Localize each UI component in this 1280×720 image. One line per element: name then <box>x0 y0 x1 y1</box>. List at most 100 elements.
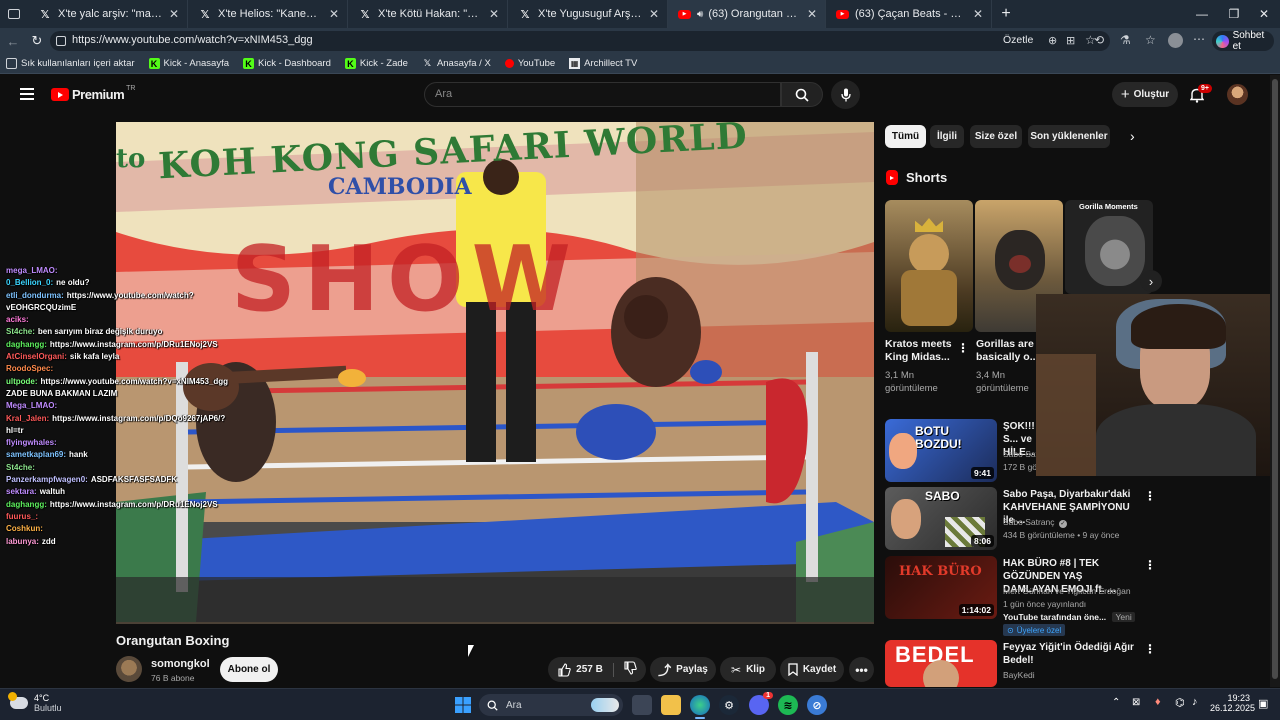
microphone-tray-icon[interactable]: ♦ <box>1155 696 1161 708</box>
speaker-icon[interactable]: 🔊︎ <box>697 9 703 20</box>
recommendation-menu-icon[interactable]: ⋮ <box>1144 642 1156 656</box>
tab-close-icon[interactable]: ✕ <box>489 7 499 21</box>
tray-app-icon[interactable]: ⊠ <box>1132 697 1140 708</box>
app-icon[interactable]: ⊘ <box>807 695 827 715</box>
create-button[interactable]: + Oluştur <box>1112 82 1178 107</box>
bookmark-item[interactable]: ▦ Archillect TV <box>569 58 637 69</box>
tab-close-icon[interactable]: ✕ <box>973 7 983 21</box>
minimize-button[interactable]: — <box>1186 0 1218 28</box>
browser-tab[interactable]: 𝕏 X'te Yugusuguf Arşiv: "donald trun ✕ <box>508 0 668 28</box>
edge-icon[interactable] <box>690 695 710 715</box>
browser-tab[interactable]: 𝕏 X'te Helios: "Kanepede sızıp kalınd ✕ <box>188 0 348 28</box>
recommendation-thumbnail[interactable]: HAK BÜRO 1:14:02 <box>885 556 997 619</box>
bookmark-item[interactable]: K Kick - Anasayfa <box>148 58 229 69</box>
refresh-button[interactable]: ↻ <box>28 32 46 50</box>
country-code: TR <box>126 85 136 92</box>
save-button[interactable]: Kaydet <box>780 657 844 682</box>
wifi-icon[interactable]: ⌬ <box>1175 696 1185 709</box>
chips-next-icon[interactable]: › <box>1130 128 1135 144</box>
close-window-button[interactable]: ✕ <box>1248 0 1280 28</box>
bookmark-item[interactable]: Sık kullanılanları içeri aktar <box>6 58 135 69</box>
bookmark-item[interactable]: K Kick - Zade <box>344 58 408 69</box>
search-input[interactable]: Ara <box>424 82 781 107</box>
site-info-icon[interactable] <box>56 36 66 46</box>
youtube-logo[interactable]: Premium TR <box>51 85 136 102</box>
browser-tab[interactable]: 𝕏 X'te yalc arşiv: "matrix - neden bay ✕ <box>28 0 188 28</box>
notification-badge: 9+ <box>1198 84 1212 93</box>
voice-search-button[interactable] <box>831 80 860 109</box>
filter-chip[interactable]: İlgili <box>930 125 964 148</box>
short-menu-icon[interactable]: ⋮ <box>957 341 969 355</box>
recommendation-channel[interactable]: Sabo Satranç ✓ <box>1003 517 1067 528</box>
summarize-label[interactable]: Özetle <box>1003 34 1033 46</box>
spotify-icon[interactable]: ≋ <box>778 695 798 715</box>
short-thumbnail[interactable] <box>885 200 973 332</box>
url-field[interactable]: https://www.youtube.com/watch?v=xNIM453_… <box>50 31 1110 51</box>
taskbar-search[interactable]: Ara <box>479 694 623 716</box>
volume-icon[interactable]: ♪ <box>1192 696 1198 708</box>
dislike-button[interactable] <box>614 661 637 678</box>
collections-icon[interactable]: ☆ <box>1145 33 1156 47</box>
read-aloud-icon[interactable]: ⊕ <box>1048 34 1057 47</box>
recommendation-channel[interactable]: BayKedi <box>1003 670 1035 681</box>
browser-tab[interactable]: ▶ (63) Çaçan Beats - Lucifer | Official ✕ <box>826 0 992 28</box>
tab-close-icon[interactable]: ✕ <box>649 7 659 21</box>
bookmark-item[interactable]: K Kick - Dashboard <box>243 58 331 69</box>
short-title[interactable]: Kratos meets King Midas... <box>885 338 955 364</box>
page-scrollbar[interactable] <box>1270 75 1280 687</box>
hamburger-menu-icon[interactable] <box>20 88 34 100</box>
filter-chip[interactable]: Tümü <box>885 125 926 148</box>
extensions-icon[interactable]: ⟲ <box>1094 33 1104 47</box>
account-avatar[interactable] <box>1227 84 1248 105</box>
like-button[interactable]: 257 B <box>557 662 614 677</box>
video-player[interactable]: to KOH KONG SAFARI WORLD CAMBODIA SHOW <box>116 122 874 624</box>
bookmark-item[interactable]: YouTube <box>504 58 555 69</box>
task-view-icon[interactable] <box>632 695 652 715</box>
recommendation-menu-icon[interactable]: ⋮ <box>1144 558 1156 572</box>
clip-button[interactable]: ✂ Klip <box>720 657 776 682</box>
recommendation-thumbnail[interactable]: SABO 8:06 <box>885 487 997 550</box>
new-tab-button[interactable]: + <box>992 0 1020 28</box>
tab-title: X'te Helios: "Kanepede sızıp kalınd <box>218 8 323 20</box>
scrollbar-thumb[interactable] <box>1272 79 1278 679</box>
profile-avatar[interactable] <box>1168 33 1183 48</box>
weather-widget[interactable]: 4°C Bulutlu <box>8 692 62 713</box>
recommendation-thumbnail[interactable]: BEDEL <box>885 640 997 687</box>
clock[interactable]: 19:23 26.12.2025 <box>1210 693 1255 713</box>
filter-chip[interactable]: Son yüklenenler <box>1028 125 1110 148</box>
recommendation-channel[interactable]: Mert Günhan ve Yiğitcan Erdoğan <box>1003 586 1131 597</box>
discord-icon[interactable]: 1 <box>749 692 773 715</box>
start-button[interactable] <box>453 695 473 715</box>
steam-icon[interactable]: ⚙ <box>719 695 739 715</box>
back-button[interactable]: ← <box>4 32 22 50</box>
search-button[interactable] <box>781 82 823 107</box>
more-actions-button[interactable]: ••• <box>849 657 874 682</box>
maximize-button[interactable]: ❐ <box>1218 0 1250 28</box>
filter-chip[interactable]: Size özel <box>970 125 1022 148</box>
copilot-chat-button[interactable]: Sohbet et <box>1212 30 1274 52</box>
tab-close-icon[interactable]: ✕ <box>807 7 817 21</box>
short-views: 3,1 Mn görüntüleme <box>885 370 938 394</box>
share-button[interactable]: ⤴ Paylaş <box>650 657 716 682</box>
members-only-label: Üyelere özel <box>1016 625 1062 635</box>
browser-tab[interactable]: ▶ 🔊︎ (63) Orangutan Boxing - YouT ✕ <box>668 0 826 28</box>
recommendation-title[interactable]: Feyyaz Yiğit'in Ödediği Ağır Bedel! <box>1003 641 1139 667</box>
bookmark-item[interactable]: 𝕏 Anasayfa / X <box>422 58 491 69</box>
file-explorer-icon[interactable] <box>661 695 681 715</box>
split-screen-icon[interactable]: ⊞ <box>1066 34 1075 47</box>
notification-center-icon[interactable]: ▣ <box>1258 697 1268 710</box>
recommendation-thumbnail[interactable]: BOTU BOZDU! 9:41 <box>885 419 997 482</box>
notifications-button[interactable]: 9+ <box>1190 84 1212 103</box>
channel-avatar[interactable] <box>116 656 142 682</box>
favorites-icon[interactable]: ⚗ <box>1120 33 1131 47</box>
tab-close-icon[interactable]: ✕ <box>169 7 179 21</box>
more-menu-icon[interactable]: ⋯ <box>1193 32 1205 46</box>
tab-close-icon[interactable]: ✕ <box>329 7 339 21</box>
tray-chevron-icon[interactable]: ⌃ <box>1112 697 1120 708</box>
tab-actions-button[interactable] <box>0 0 28 28</box>
shorts-next-button[interactable]: › <box>1140 270 1162 292</box>
recommendation-menu-icon[interactable]: ⋮ <box>1144 489 1156 503</box>
subscribe-button[interactable]: Abone ol <box>220 657 278 682</box>
channel-name[interactable]: somongkol <box>151 658 210 670</box>
browser-tab[interactable]: 𝕏 X'te Kötü Hakan: "Nobel verilmeli ✕ <box>348 0 508 28</box>
